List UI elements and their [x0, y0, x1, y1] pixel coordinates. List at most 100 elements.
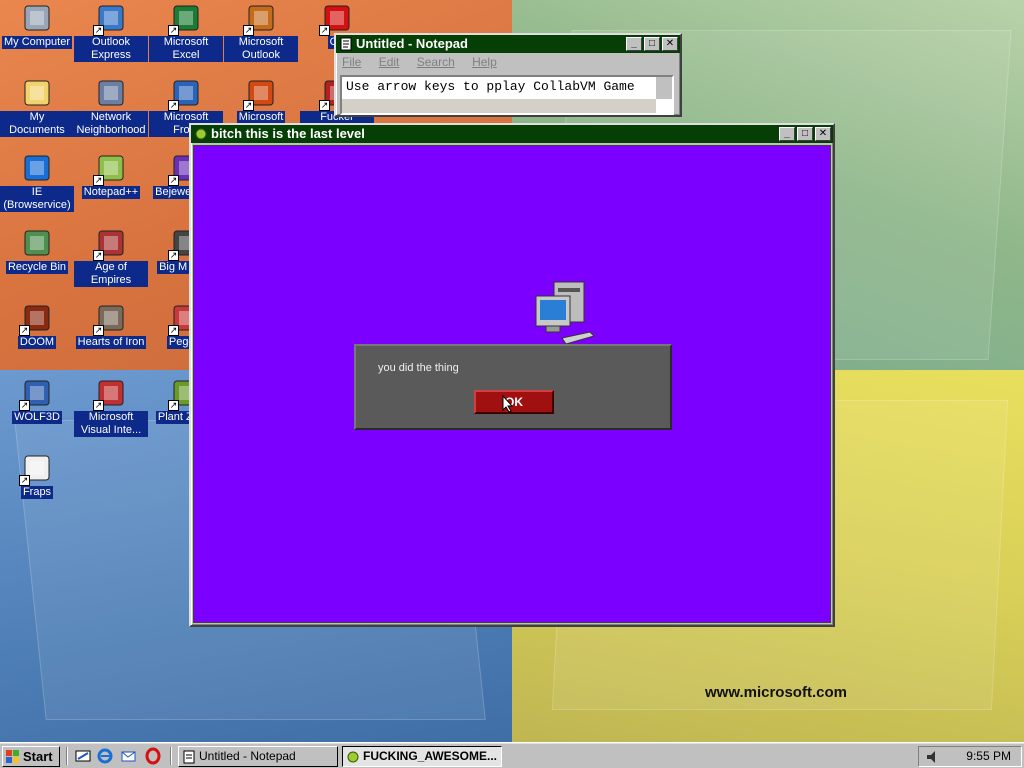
desktop-icon[interactable]: ↗ Outlook Express: [74, 2, 148, 62]
menu-file[interactable]: File: [342, 55, 361, 69]
shortcut-arrow-icon: ↗: [243, 100, 254, 111]
shortcut-arrow-icon: ↗: [168, 25, 179, 36]
castle-icon: ↗: [93, 227, 127, 261]
shortcut-arrow-icon: ↗: [168, 175, 179, 186]
shortcut-arrow-icon: ↗: [243, 25, 254, 36]
desktop-icon[interactable]: ↗ Hearts of Iron: [74, 302, 148, 349]
notepad-icon: [183, 750, 195, 764]
desktop-icon-label: My Documents: [0, 111, 74, 137]
excel-icon: ↗: [168, 2, 202, 36]
wolf3d-icon: ↗: [19, 377, 53, 411]
ok-button[interactable]: OK: [474, 390, 554, 414]
app-dot-icon: [347, 751, 359, 763]
minimize-button[interactable]: _: [779, 127, 795, 141]
desktop-icon[interactable]: ↗ WOLF3D: [0, 377, 74, 424]
computer-icon: [535, 281, 595, 345]
outlook-express-icon: ↗: [93, 2, 127, 36]
game-title-bar[interactable]: bitch this is the last level _ □ ✕: [191, 125, 833, 143]
desktop-icon[interactable]: ↗ Notepad++: [74, 152, 148, 199]
desktop-icon-label: Notepad++: [81, 186, 141, 199]
shortcut-arrow-icon: ↗: [19, 475, 30, 486]
notepad-title: Untitled - Notepad: [356, 36, 468, 51]
desktop-icon[interactable]: Recycle Bin: [0, 227, 74, 274]
desktop-icon[interactable]: IE (Browservice): [0, 152, 74, 212]
horizontal-scrollbar[interactable]: [342, 99, 656, 113]
game-window[interactable]: bitch this is the last level _ □ ✕ you d…: [189, 123, 835, 627]
close-button[interactable]: ✕: [815, 127, 831, 141]
shortcut-arrow-icon: ↗: [93, 325, 104, 336]
windows-logo-icon: [6, 750, 19, 763]
task-label: Untitled - Notepad: [199, 749, 296, 763]
desktop-icon[interactable]: ↗ Microsoft: [224, 77, 298, 124]
desktop-icon-label: Network Neighborhood: [74, 111, 148, 137]
shortcut-arrow-icon: ↗: [168, 250, 179, 261]
notepad-content: Use arrow keys to pplay CollabVM Game: [346, 79, 635, 94]
system-tray: 9:55 PM: [918, 746, 1022, 767]
start-label: Start: [23, 749, 53, 764]
desktop-icon[interactable]: My Computer: [0, 2, 74, 49]
taskbar-separator: [170, 747, 172, 765]
menu-search[interactable]: Search: [417, 55, 455, 69]
desktop-icon[interactable]: ↗ Microsoft Outlook: [224, 2, 298, 62]
desktop-icon-label: Recycle Bin: [5, 261, 69, 274]
start-button[interactable]: Start: [2, 746, 60, 767]
vertical-scrollbar[interactable]: [656, 77, 672, 99]
notepad-text-area[interactable]: Use arrow keys to pplay CollabVM Game: [340, 75, 674, 115]
task-notepad[interactable]: Untitled - Notepad: [178, 746, 338, 767]
show-desktop-icon[interactable]: [74, 747, 92, 765]
wallpaper-url-text: www.microsoft.com: [705, 684, 847, 701]
computer-icon: [21, 2, 53, 34]
frontpage-icon: ↗: [168, 77, 202, 111]
outlook-express-icon[interactable]: [120, 747, 138, 765]
shortcut-arrow-icon: ↗: [168, 400, 179, 411]
taskbar: Start Untitled - Notepad FUCKING_AWESOME…: [0, 742, 1024, 768]
desktop-icon-label: My Computer: [1, 36, 73, 49]
minimize-button[interactable]: _: [626, 37, 642, 51]
dialog-message: you did the thing: [378, 362, 459, 374]
mouse-cursor-icon: [502, 395, 514, 413]
desktop-icon[interactable]: My Documents: [0, 77, 74, 137]
app-dot-icon: [195, 128, 207, 140]
game-canvas[interactable]: you did the thing OK: [193, 145, 831, 623]
task-label: FUCKING_AWESOME...: [363, 749, 498, 763]
desktop-icon-label: Microsoft Outlook: [224, 36, 298, 62]
menu-edit[interactable]: Edit: [379, 55, 400, 69]
outlook-icon: ↗: [243, 2, 277, 36]
game-title: bitch this is the last level: [211, 126, 365, 141]
notepad-menu-bar: File Edit Search Help: [336, 53, 680, 71]
clock[interactable]: 9:55 PM: [966, 747, 1011, 766]
ie-icon[interactable]: [96, 747, 114, 765]
doom-icon: ↗: [19, 302, 53, 336]
shortcut-arrow-icon: ↗: [168, 325, 179, 336]
task-game[interactable]: FUCKING_AWESOME...: [342, 746, 502, 767]
fraps-icon: ↗: [19, 452, 53, 486]
desktop-icon[interactable]: ↗ DOOM: [0, 302, 74, 349]
notepad-title-bar[interactable]: Untitled - Notepad _ □ ✕: [336, 35, 680, 53]
notepad-window[interactable]: Untitled - Notepad _ □ ✕ File Edit Searc…: [334, 33, 682, 117]
desktop-icon[interactable]: ↗ Microsoft Excel: [149, 2, 223, 62]
desktop-icon[interactable]: Network Neighborhood: [74, 77, 148, 137]
recycle-bin-icon: [21, 227, 53, 259]
shortcut-arrow-icon: ↗: [319, 25, 330, 36]
opera-icon[interactable]: [144, 747, 162, 765]
notepad-icon: [340, 37, 352, 51]
network-icon: [95, 77, 127, 109]
desktop-icon[interactable]: ↗ Microsoft Visual Inte...: [74, 377, 148, 437]
desktop-icon-label: Microsoft Visual Inte...: [74, 411, 148, 437]
shortcut-arrow-icon: ↗: [168, 100, 179, 111]
volume-icon[interactable]: [925, 749, 941, 765]
hoi-icon: ↗: [93, 302, 127, 336]
maximize-button[interactable]: □: [644, 37, 660, 51]
powerpoint-icon: ↗: [243, 77, 277, 111]
maximize-button[interactable]: □: [797, 127, 813, 141]
menu-help[interactable]: Help: [472, 55, 497, 69]
desktop-icon[interactable]: ↗ Age of Empires: [74, 227, 148, 287]
shortcut-arrow-icon: ↗: [93, 175, 104, 186]
notepadpp-icon: ↗: [93, 152, 127, 186]
desktop-icon[interactable]: ↗ Fraps: [0, 452, 74, 499]
shortcut-arrow-icon: ↗: [93, 25, 104, 36]
documents-folder-icon: [21, 77, 53, 109]
interdev-icon: ↗: [93, 377, 127, 411]
shortcut-arrow-icon: ↗: [319, 100, 330, 111]
close-button[interactable]: ✕: [662, 37, 678, 51]
